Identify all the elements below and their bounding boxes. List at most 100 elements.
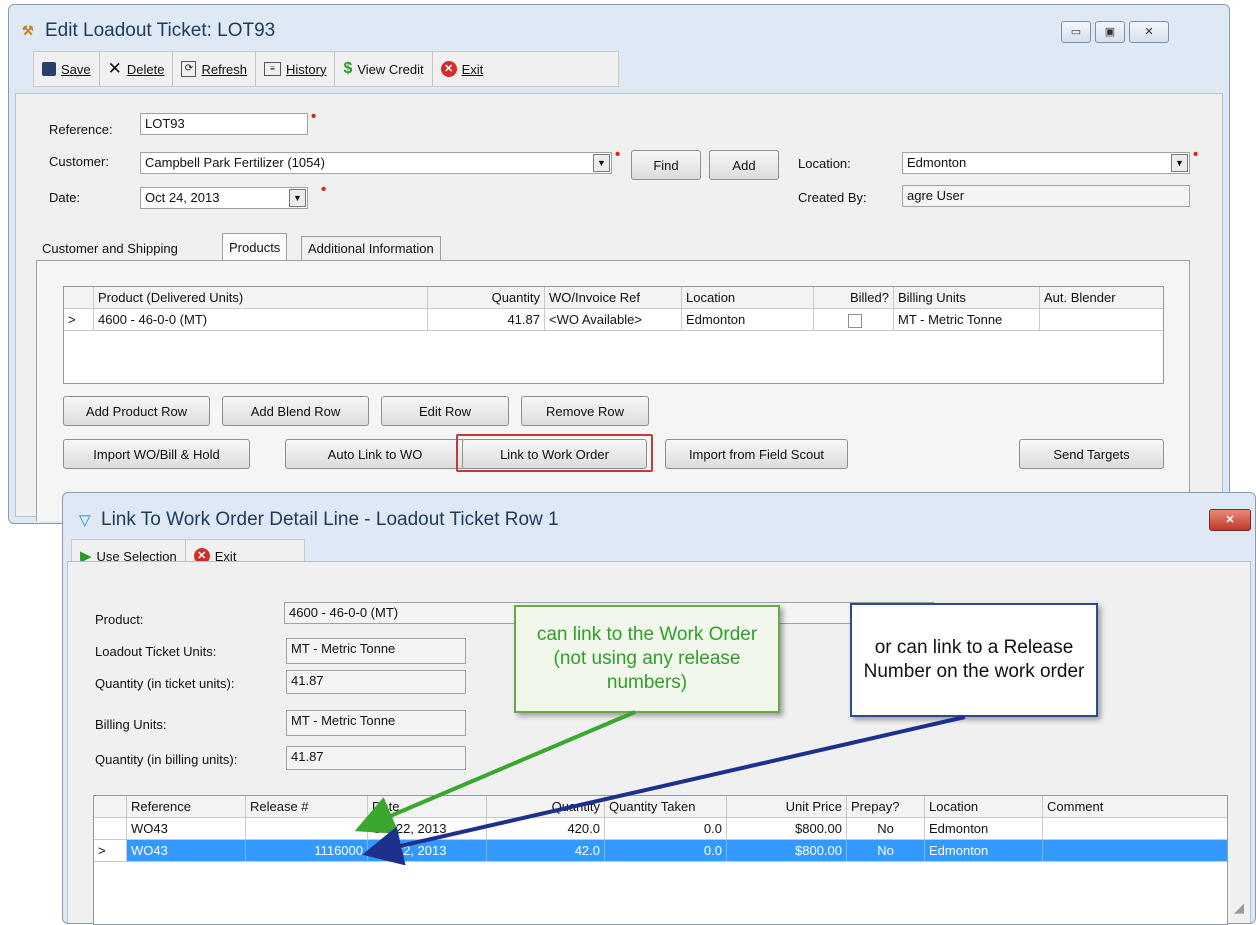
column-header[interactable]: Release # xyxy=(246,796,368,817)
customer-field[interactable]: Campbell Park Fertilizer (1054) ▼ xyxy=(140,152,612,174)
quantity-cell[interactable]: 42.0 xyxy=(487,840,605,861)
prepay-cell[interactable]: No xyxy=(847,818,925,839)
send-targets-button[interactable]: Send Targets xyxy=(1019,439,1164,469)
comment-cell[interactable] xyxy=(1043,818,1227,839)
link-window-icon: ▽ xyxy=(79,512,91,529)
quantity-billing-units-field: 41.87 xyxy=(286,746,466,770)
import-field-scout-button[interactable]: Import from Field Scout xyxy=(665,439,848,469)
link-to-work-order-button[interactable]: Link to Work Order xyxy=(462,439,647,469)
row-indicator-header xyxy=(94,796,127,817)
floppy-icon xyxy=(42,62,56,76)
history-icon: ≡ xyxy=(264,62,281,76)
refresh-button[interactable]: ⟳ Refresh xyxy=(173,52,256,86)
location-cell[interactable]: Edmonton xyxy=(682,309,814,330)
column-header[interactable]: Quantity xyxy=(428,287,545,308)
link-window-title: Link To Work Order Detail Line - Loadout… xyxy=(101,509,559,530)
column-header[interactable]: Aut. Blender xyxy=(1040,287,1164,308)
row-indicator xyxy=(94,818,127,839)
reference-cell[interactable]: WO43 xyxy=(127,840,246,861)
view-credit-button[interactable]: $ View Credit xyxy=(335,52,433,86)
blender-cell[interactable] xyxy=(1040,309,1164,330)
tab-customer-and-shipping[interactable]: Customer and Shipping xyxy=(36,236,184,260)
maximize-button[interactable]: ▣ xyxy=(1095,21,1125,43)
date-cell[interactable]: Oct 22, 2013 xyxy=(368,818,487,839)
column-header[interactable]: Location xyxy=(925,796,1043,817)
find-customer-button[interactable]: Find xyxy=(631,150,701,180)
add-blend-row-button[interactable]: Add Blend Row xyxy=(222,396,369,426)
tab-products[interactable]: Products xyxy=(222,233,288,261)
unit-price-cell[interactable]: $800.00 xyxy=(727,840,847,861)
app-icon: ⚒ xyxy=(22,23,34,38)
unit-price-cell[interactable]: $800.00 xyxy=(727,818,847,839)
auto-link-wo-button[interactable]: Auto Link to WO xyxy=(285,439,465,469)
comment-cell[interactable] xyxy=(1043,840,1227,861)
close-button[interactable]: ✕ xyxy=(1209,509,1251,531)
row-indicator: > xyxy=(94,840,127,861)
chevron-down-icon[interactable]: ▼ xyxy=(593,154,610,172)
row-indicator-header xyxy=(64,287,94,308)
column-header[interactable]: Billed? xyxy=(814,287,894,308)
date-cell[interactable]: Oct 22, 2013 xyxy=(368,840,487,861)
column-header[interactable]: Date xyxy=(368,796,487,817)
reference-label: Reference: xyxy=(49,122,113,137)
location-field[interactable]: Edmonton ▼ xyxy=(902,152,1190,174)
table-row[interactable]: > 4600 - 46-0-0 (MT) 41.87 <WO Available… xyxy=(64,309,1163,331)
column-header[interactable]: Unit Price xyxy=(727,796,847,817)
import-wo-button[interactable]: Import WO/Bill & Hold xyxy=(63,439,250,469)
edit-row-button[interactable]: Edit Row xyxy=(381,396,509,426)
remove-row-button[interactable]: Remove Row xyxy=(521,396,649,426)
required-marker: • xyxy=(311,108,317,125)
column-header[interactable]: Location xyxy=(682,287,814,308)
column-header[interactable]: Billing Units xyxy=(894,287,1040,308)
main-toolbar: Save ✕ Delete ⟳ Refresh ≡ History $ View… xyxy=(33,51,619,87)
table-row-selected[interactable]: > WO43 1116000 Oct 22, 2013 42.0 0.0 $80… xyxy=(94,840,1227,862)
quantity-cell[interactable]: 420.0 xyxy=(487,818,605,839)
column-header[interactable]: Comment xyxy=(1043,796,1227,817)
delete-button[interactable]: ✕ Delete xyxy=(100,52,174,86)
column-header[interactable]: Prepay? xyxy=(847,796,925,817)
release-cell[interactable]: 1116000 xyxy=(246,840,368,861)
close-button[interactable]: ✕ xyxy=(1129,21,1169,43)
row-indicator: > xyxy=(64,309,94,330)
quantity-taken-cell[interactable]: 0.0 xyxy=(605,818,727,839)
quantity-cell[interactable]: 41.87 xyxy=(428,309,545,330)
prepay-cell[interactable]: No xyxy=(847,840,925,861)
reference-field[interactable]: LOT93 xyxy=(140,113,308,135)
column-header[interactable]: WO/Invoice Ref xyxy=(545,287,682,308)
quantity-billing-units-label: Quantity (in billing units): xyxy=(95,752,238,767)
column-header[interactable]: Quantity xyxy=(487,796,605,817)
save-button[interactable]: Save xyxy=(34,52,100,86)
location-cell[interactable]: Edmonton xyxy=(925,840,1043,861)
product-label: Product: xyxy=(95,612,144,627)
column-header[interactable]: Product (Delivered Units) xyxy=(94,287,428,308)
add-customer-button[interactable]: Add xyxy=(709,150,779,180)
add-product-row-button[interactable]: Add Product Row xyxy=(63,396,210,426)
billing-units-field: MT - Metric Tonne xyxy=(286,710,466,736)
release-cell[interactable] xyxy=(246,818,368,839)
x-icon: ✕ xyxy=(107,59,122,78)
location-cell[interactable]: Edmonton xyxy=(925,818,1043,839)
resize-grip-icon[interactable]: ◢ xyxy=(1234,900,1244,916)
money-icon: $ xyxy=(343,60,353,77)
created-by-label: Created By: xyxy=(798,190,867,205)
column-header[interactable]: Quantity Taken xyxy=(605,796,727,817)
created-by-field: agre User xyxy=(902,185,1190,207)
exit-button[interactable]: ✕ Exit xyxy=(433,52,492,86)
tab-additional-information[interactable]: Additional Information xyxy=(301,236,441,260)
customer-label: Customer: xyxy=(49,154,109,169)
date-field[interactable]: Oct 24, 2013 ▼ xyxy=(140,187,308,209)
minimize-button[interactable]: ▭ xyxy=(1061,21,1091,43)
table-row[interactable]: WO43 Oct 22, 2013 420.0 0.0 $800.00 No E… xyxy=(94,818,1227,840)
reference-cell[interactable]: WO43 xyxy=(127,818,246,839)
billed-cell[interactable] xyxy=(814,309,894,330)
billing-units-cell[interactable]: MT - Metric Tonne xyxy=(894,309,1040,330)
billed-checkbox[interactable] xyxy=(848,314,862,328)
wo-ref-cell[interactable]: <WO Available> xyxy=(545,309,682,330)
column-header[interactable]: Reference xyxy=(127,796,246,817)
date-label: Date: xyxy=(49,190,81,205)
chevron-down-icon[interactable]: ▼ xyxy=(289,189,306,207)
quantity-taken-cell[interactable]: 0.0 xyxy=(605,840,727,861)
product-cell[interactable]: 4600 - 46-0-0 (MT) xyxy=(94,309,428,330)
history-button[interactable]: ≡ History xyxy=(256,52,336,86)
chevron-down-icon[interactable]: ▼ xyxy=(1171,154,1188,172)
